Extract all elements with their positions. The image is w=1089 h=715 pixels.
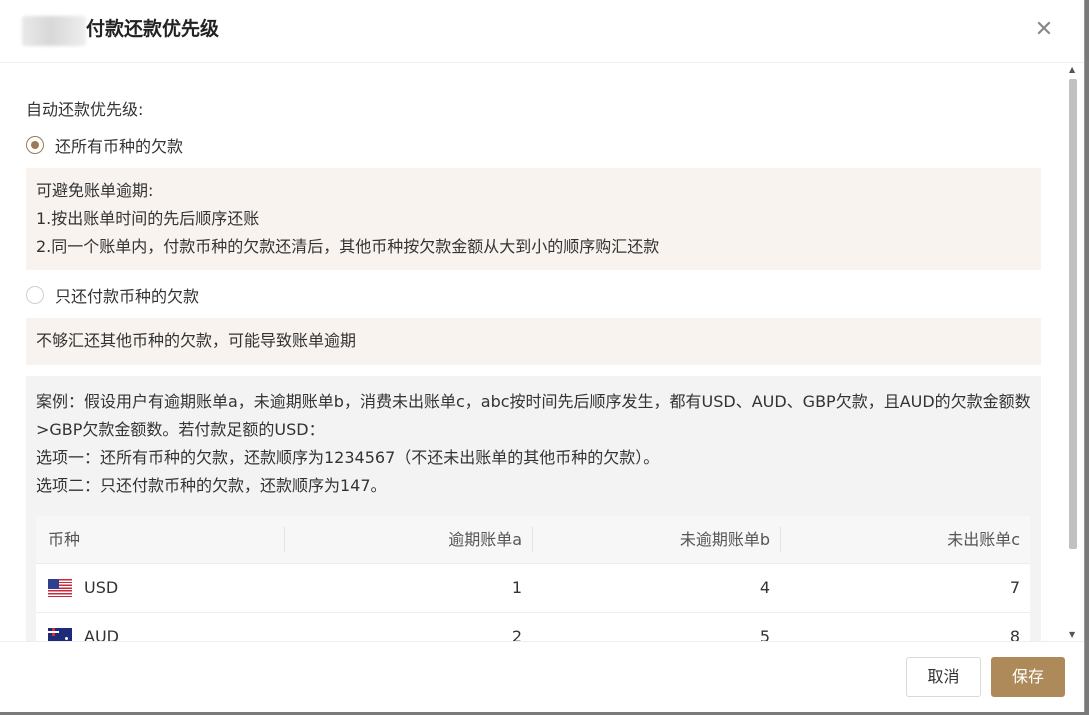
cancel-button[interactable]: 取消 xyxy=(906,657,981,697)
currency-code: USD xyxy=(84,578,119,597)
body-scrollbar[interactable]: ▲ ▼ xyxy=(1066,63,1080,641)
cell-a: 2 xyxy=(511,627,522,641)
example-line: 案例：假设用户有逾期账单a，未逾期账单b，消费未出账单c，abc按时间先后顺序发… xyxy=(36,392,1031,439)
option2-note: 不够汇还其他币种的欠款，可能导致账单逾期 xyxy=(26,318,1041,365)
payment-priority-dialog: 付款还款优先级 ✕ 自动还款优先级: 还所有币种的欠款 可避免账单逾期: 1.按… xyxy=(0,0,1085,712)
scroll-down-icon[interactable]: ▼ xyxy=(1069,630,1075,639)
dialog-footer: 取消 保存 xyxy=(0,641,1084,712)
example-panel: 案例：假设用户有逾期账单a，未逾期账单b，消费未出账单c，abc按时间先后顺序发… xyxy=(26,376,1041,641)
option1-note: 可避免账单逾期: 1.按出账单时间的先后顺序还账 2.同一个账单内，付款币种的欠… xyxy=(26,168,1041,270)
table-header: 币种 逾期账单a 未逾期账单b 未出账单c xyxy=(36,516,1030,564)
section-label: 自动还款优先级: xyxy=(26,100,144,119)
radio-label: 还所有币种的欠款 xyxy=(55,137,184,156)
cell-c: 8 xyxy=(1009,627,1020,641)
note-line: 可避免账单逾期: xyxy=(36,181,154,200)
note-line: 不够汇还其他币种的欠款，可能导致账单逾期 xyxy=(36,331,357,350)
header-not-overdue-bill-b: 未逾期账单b xyxy=(532,516,780,563)
note-line: 1.按出账单时间的先后顺序还账 xyxy=(36,209,260,228)
header-unbilled-c: 未出账单c xyxy=(780,516,1030,563)
us-flag-icon xyxy=(48,579,72,597)
radio-checked-icon[interactable] xyxy=(26,136,44,154)
table-row: USD 1 4 7 xyxy=(36,564,1030,613)
header-currency: 币种 xyxy=(48,530,81,549)
cell-b: 5 xyxy=(759,627,770,641)
radio-label: 只还付款币种的欠款 xyxy=(55,287,200,306)
currency-cell: USD xyxy=(36,564,284,612)
au-flag-icon xyxy=(48,628,72,641)
example-table: 币种 逾期账单a 未逾期账单b 未出账单c USD 1 4 7 AUD 2 5 … xyxy=(36,516,1030,641)
currency-code: AUD xyxy=(84,627,119,641)
cell-c: 7 xyxy=(1009,578,1020,597)
header-overdue-bill-a: 逾期账单a xyxy=(284,516,532,563)
redacted-title-prefix xyxy=(22,16,86,46)
radio-option-all-currencies[interactable]: 还所有币种的欠款 xyxy=(26,133,183,157)
dialog-header: 付款还款优先级 ✕ xyxy=(0,0,1084,63)
dialog-body: 自动还款优先级: 还所有币种的欠款 可避免账单逾期: 1.按出账单时间的先后顺序… xyxy=(0,63,1070,641)
cell-b: 4 xyxy=(759,578,770,597)
close-icon[interactable]: ✕ xyxy=(1030,16,1058,44)
example-line: 选项二：只还付款币种的欠款，还款顺序为147。 xyxy=(36,476,387,495)
radio-unchecked-icon[interactable] xyxy=(26,286,44,304)
dialog-title: 付款还款优先级 xyxy=(86,18,220,40)
note-line: 2.同一个账单内，付款币种的欠款还清后，其他币种按欠款金额从大到小的顺序购汇还款 xyxy=(36,237,660,256)
save-button[interactable]: 保存 xyxy=(991,657,1065,697)
radio-option-payment-currency[interactable]: 只还付款币种的欠款 xyxy=(26,283,199,307)
table-row: AUD 2 5 8 xyxy=(36,613,1030,641)
scroll-up-icon[interactable]: ▲ xyxy=(1069,65,1075,74)
cell-a: 1 xyxy=(511,578,522,597)
currency-cell: AUD xyxy=(36,613,284,641)
example-line: 选项一：还所有币种的欠款，还款顺序为1234567（不还未出账单的其他币种的欠款… xyxy=(36,448,660,467)
scrollbar-thumb[interactable] xyxy=(1069,79,1077,549)
